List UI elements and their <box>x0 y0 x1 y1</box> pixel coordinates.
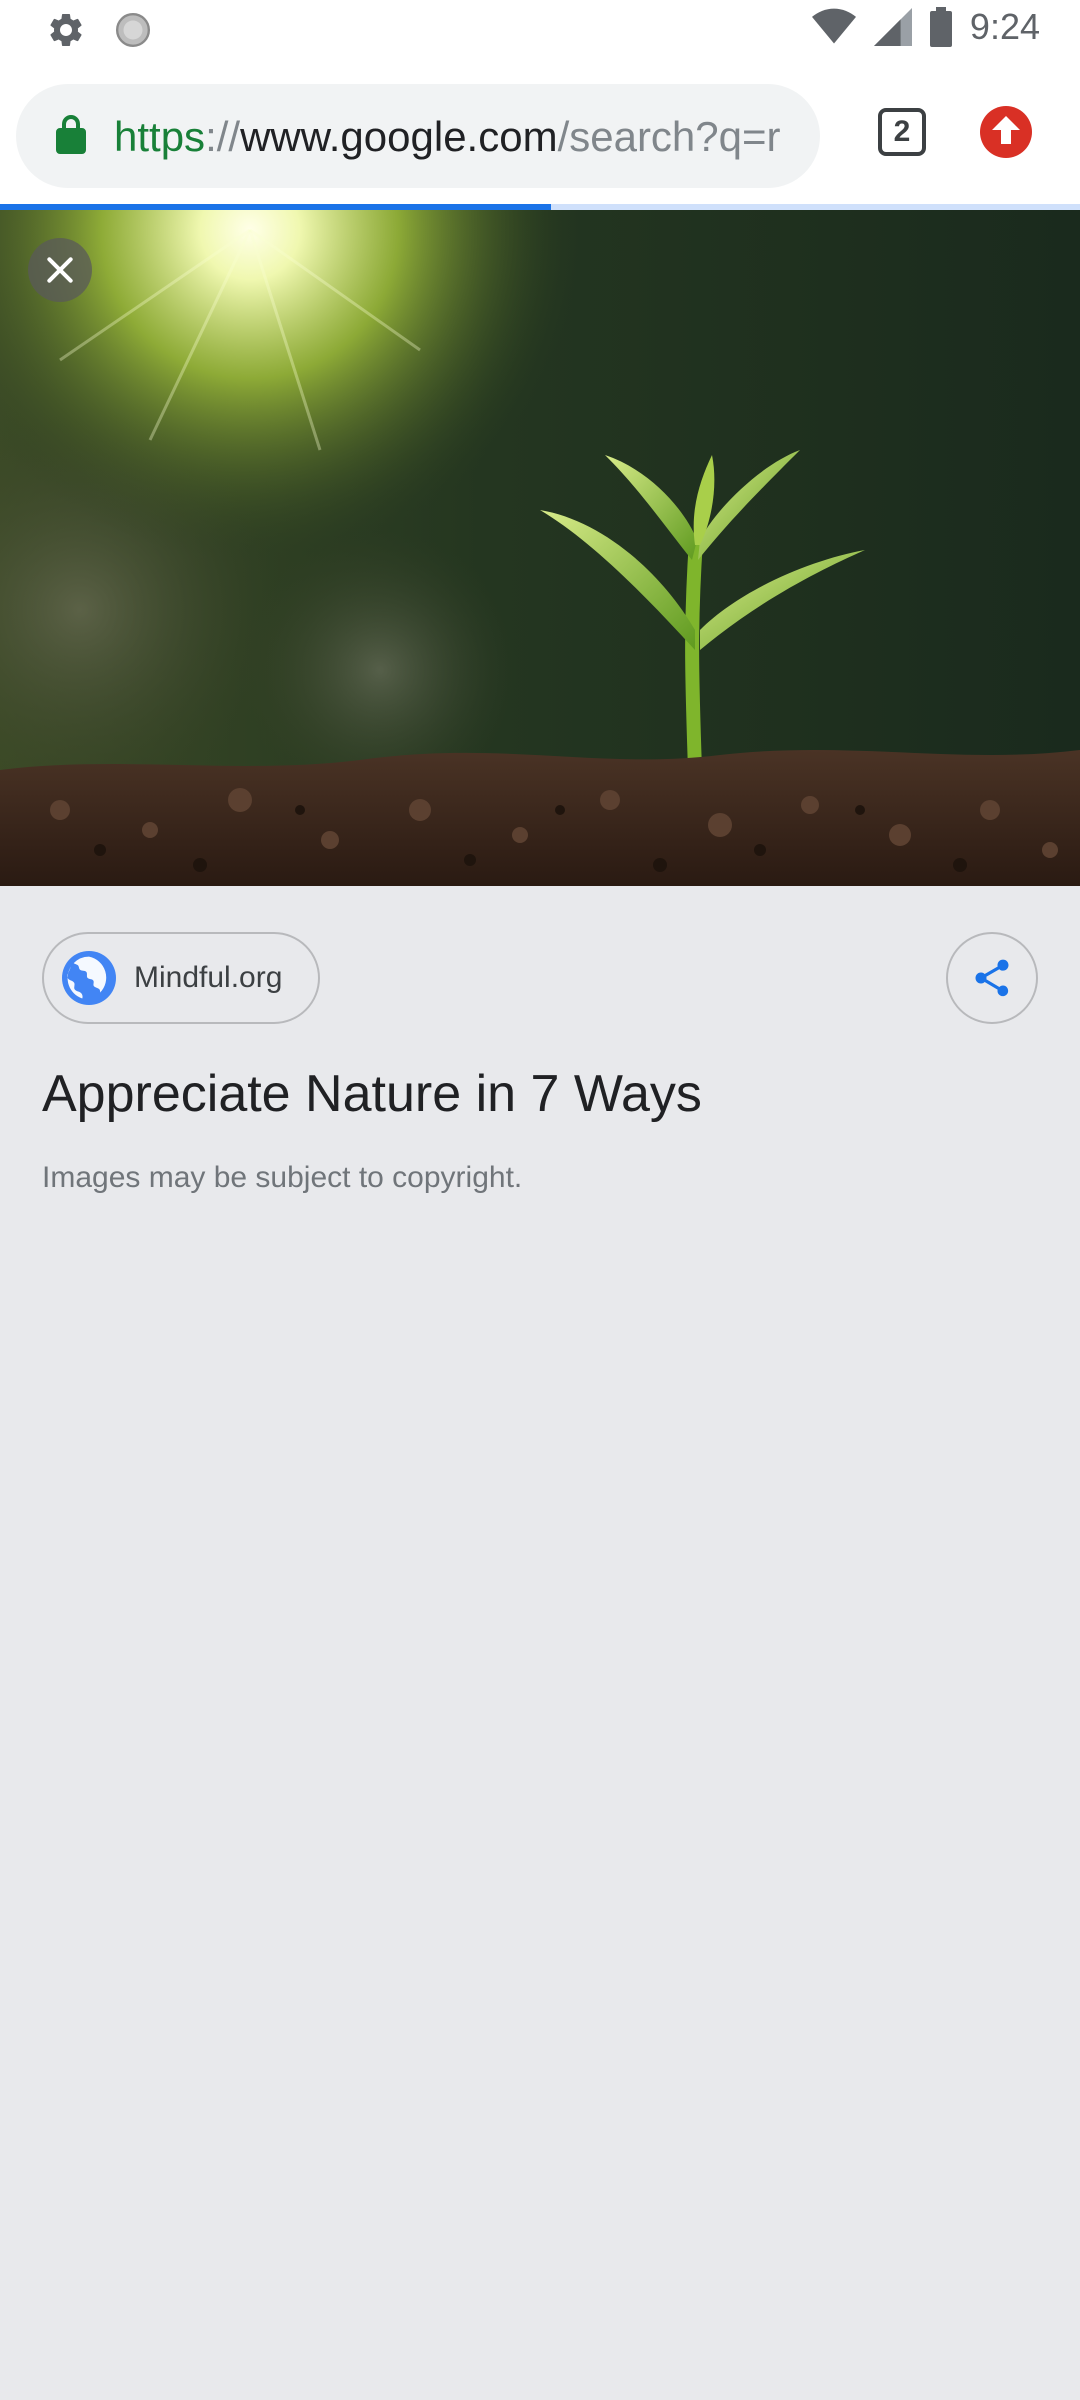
tab-count: 2 <box>893 115 911 148</box>
source-chip[interactable]: Mindful.org <box>42 932 320 1024</box>
wifi-icon <box>811 8 856 44</box>
loading-circle-icon <box>115 12 151 48</box>
battery-icon <box>929 7 952 47</box>
share-button[interactable] <box>946 932 1038 1024</box>
update-available-icon[interactable] <box>980 106 1032 158</box>
status-left-icons <box>46 10 152 50</box>
url-text[interactable]: https://www.google.com/search?q=r <box>114 110 804 164</box>
seedling-photo <box>0 210 1080 886</box>
url-host: www.google.com <box>240 113 558 160</box>
url-separator: :// <box>205 113 241 160</box>
close-button[interactable] <box>28 238 92 302</box>
globe-icon <box>62 951 116 1005</box>
cell-signal-icon <box>873 8 912 46</box>
lock-icon <box>56 115 86 154</box>
status-bar: 9:24 <box>0 0 1080 64</box>
settings-gear-icon <box>50 13 82 46</box>
image-title[interactable]: Appreciate Nature in 7 Ways <box>42 1062 702 1126</box>
copyright-notice: Images may be subject to copyright. <box>42 1161 523 1194</box>
share-icon <box>975 959 1009 997</box>
url-scheme: https <box>114 113 206 160</box>
tab-switcher-button[interactable]: 2 <box>878 108 926 156</box>
status-time: 9:24 <box>969 6 1040 47</box>
close-icon <box>47 257 73 283</box>
browser-toolbar: https://www.google.com/search?q=r 2 <box>0 64 1080 204</box>
status-right-icons: 9:24 <box>811 6 1040 48</box>
url-path: /search?q=r <box>557 113 781 160</box>
url-bar[interactable]: https://www.google.com/search?q=r <box>16 84 820 188</box>
image-preview[interactable] <box>0 210 1080 886</box>
source-name: Mindful.org <box>134 961 283 994</box>
